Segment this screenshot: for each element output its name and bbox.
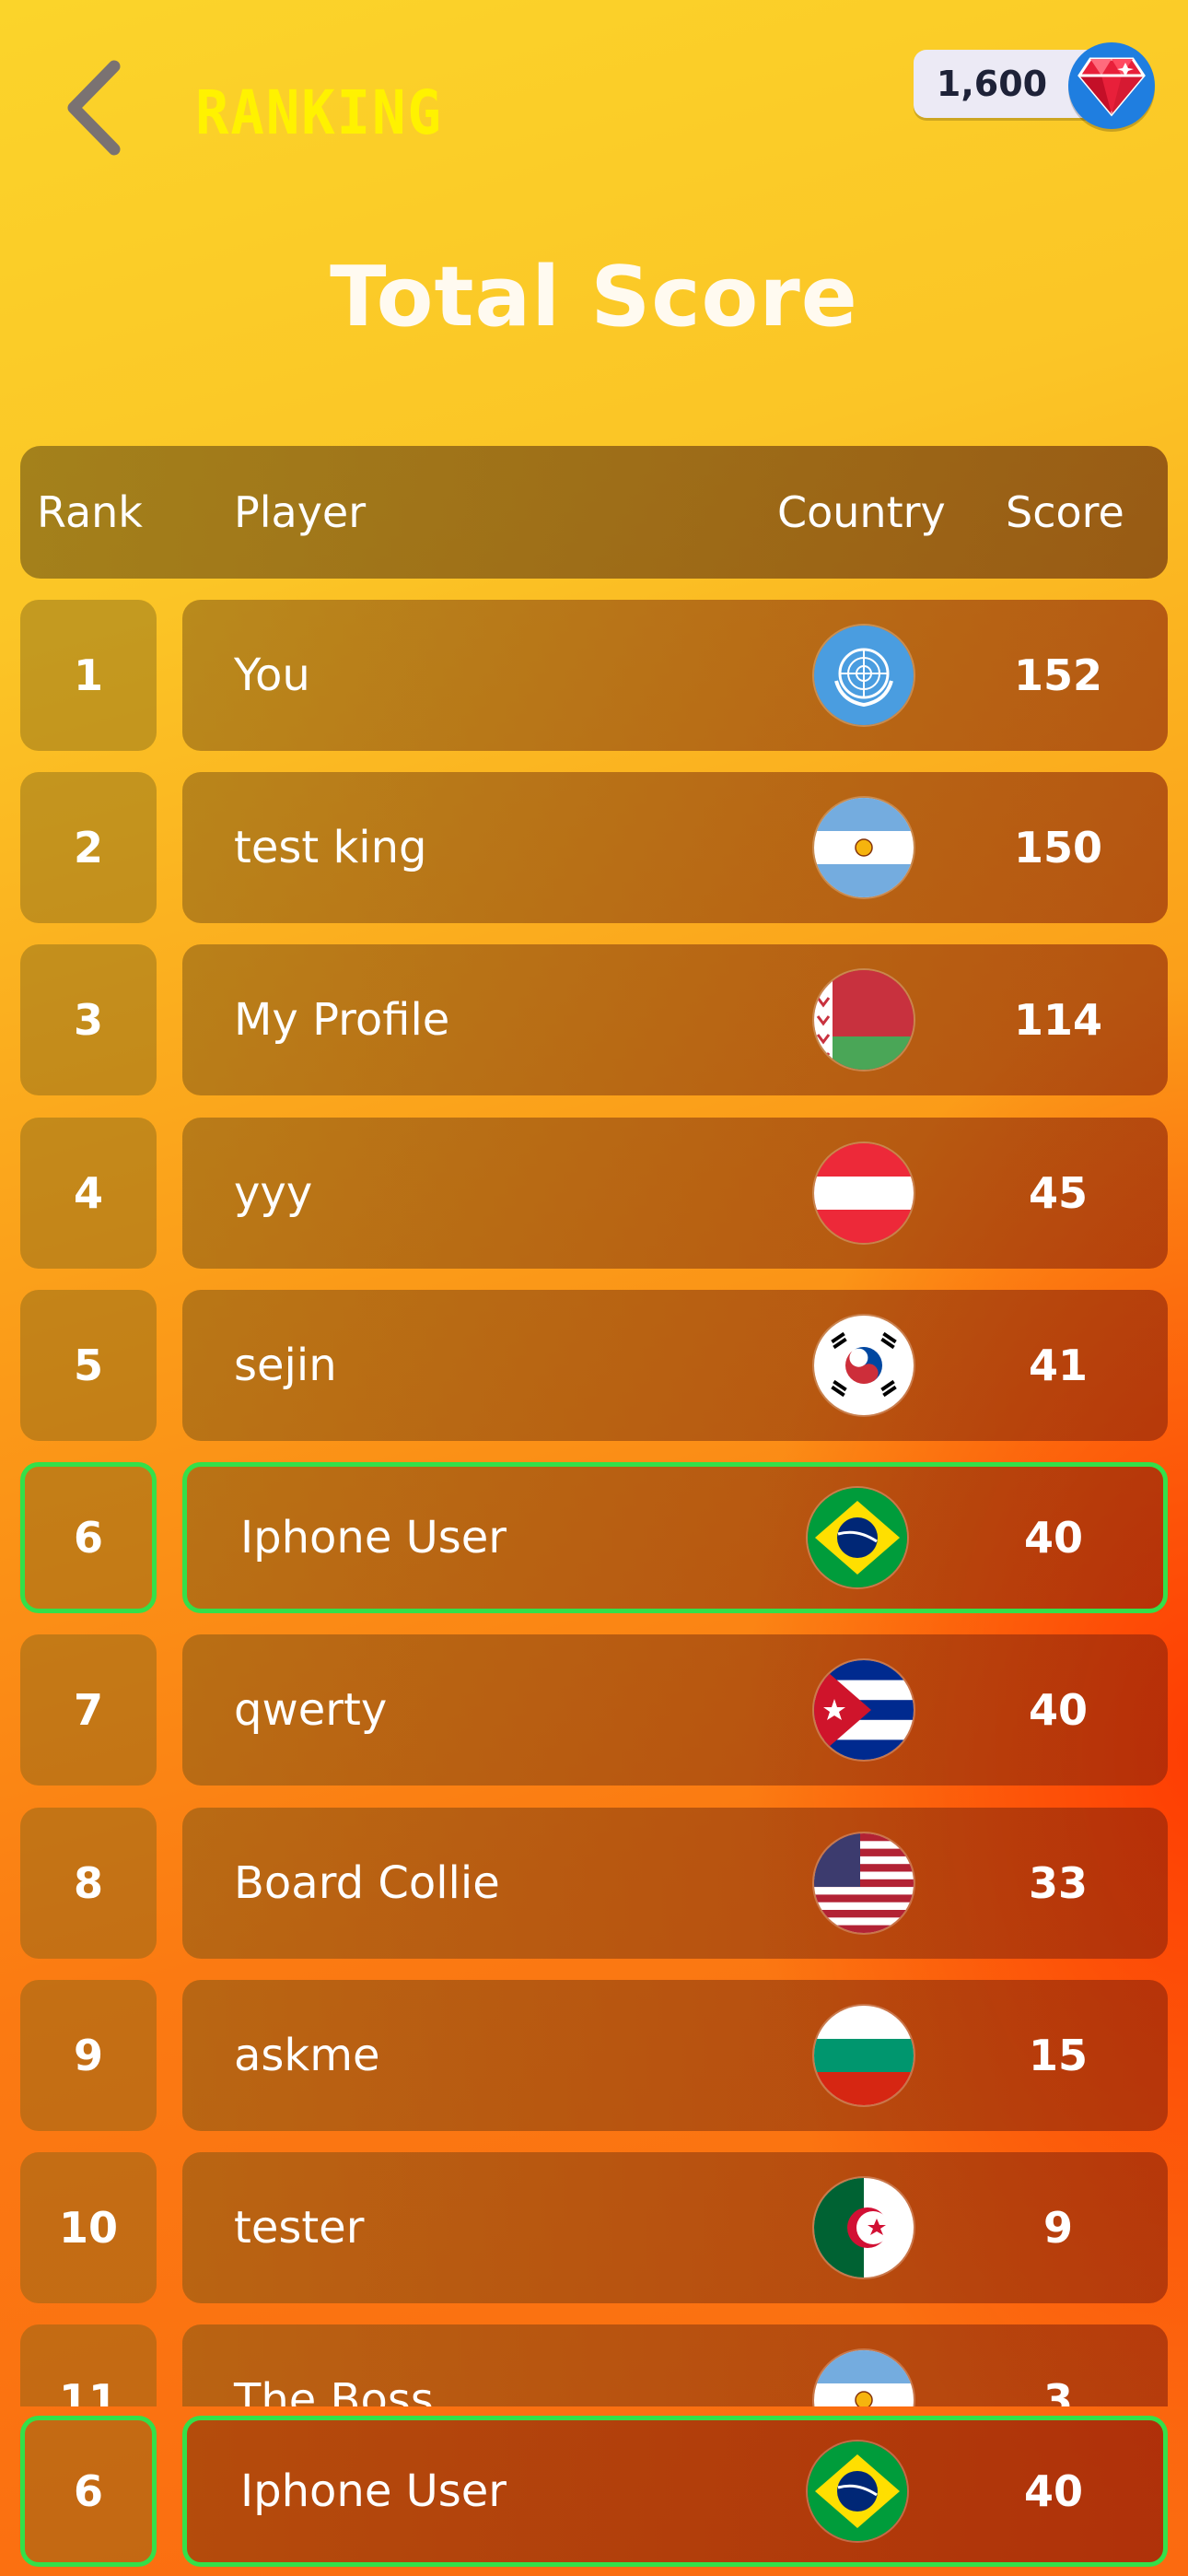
table-row[interactable]: My Profile 114 [182, 944, 1168, 1095]
table-row[interactable]: sejin 41 [182, 1290, 1168, 1441]
player-score: 45 [1028, 1168, 1088, 1218]
table-row[interactable]: Board Collie 33 [182, 1808, 1168, 1959]
table-row-current-user[interactable]: Iphone User 40 [182, 1462, 1168, 1613]
table-row[interactable]: test king 150 [182, 772, 1168, 923]
player-score: 40 [1028, 1685, 1088, 1735]
player-name: tester [234, 2202, 365, 2254]
rank-cell: 3 [20, 944, 157, 1095]
player-name: Iphone User [240, 1512, 507, 1563]
table-row-current-user[interactable]: Iphone User 40 [182, 2416, 1168, 2567]
table-row[interactable]: You 152 [182, 600, 1168, 751]
player-name: My Profile [234, 994, 450, 1046]
rank-cell: 1 [20, 600, 157, 751]
player-score: 114 [1013, 995, 1103, 1045]
ranking-list[interactable]: 1 You 152 2 test king 150 3 My Profile 1… [0, 0, 1188, 2406]
rank-cell: 8 [20, 1808, 157, 1959]
south-korea-flag-icon [814, 1316, 914, 1415]
player-name: yyy [234, 1167, 313, 1219]
rank-cell: 6 [20, 2416, 157, 2567]
player-name: test king [234, 822, 427, 873]
player-name: sejin [234, 1340, 337, 1391]
current-user-bar: 6 Iphone User 40 [0, 2406, 1188, 2576]
argentina-flag-icon [814, 2350, 914, 2406]
player-score: 150 [1013, 823, 1103, 872]
player-score: 41 [1028, 1341, 1088, 1390]
player-score: 3 [1042, 2375, 1073, 2406]
player-score: 152 [1013, 650, 1103, 700]
player-name: qwerty [234, 1684, 388, 1736]
brazil-flag-icon [808, 2441, 907, 2541]
austria-flag-icon [814, 1143, 914, 1243]
table-row[interactable]: qwerty 40 [182, 1634, 1168, 1786]
rank-cell: 10 [20, 2152, 157, 2303]
player-name: The Boss [234, 2374, 434, 2406]
rank-cell: 7 [20, 1634, 157, 1786]
player-score: 15 [1028, 2031, 1088, 2080]
player-score: 33 [1028, 1858, 1088, 1908]
player-name: Iphone User [240, 2465, 507, 2517]
player-score: 40 [1023, 1513, 1083, 1563]
player-score: 9 [1042, 2203, 1073, 2253]
rank-cell: 2 [20, 772, 157, 923]
brazil-flag-icon [808, 1488, 907, 1587]
rank-cell: 6 [20, 1462, 157, 1613]
rank-cell: 5 [20, 1290, 157, 1441]
bulgaria-flag-icon [814, 2006, 914, 2105]
table-row[interactable]: yyy 45 [182, 1118, 1168, 1269]
player-name: Board Collie [234, 1857, 500, 1909]
player-name: You [234, 650, 310, 701]
rank-cell: 9 [20, 1980, 157, 2131]
player-name: askme [234, 2030, 380, 2081]
cuba-flag-icon [814, 1660, 914, 1760]
table-row[interactable]: The Boss 3 [182, 2324, 1168, 2406]
rank-cell: 4 [20, 1118, 157, 1269]
un-flag-icon [814, 626, 914, 725]
rank-cell: 11 [20, 2324, 157, 2406]
player-score: 40 [1023, 2466, 1083, 2516]
argentina-flag-icon [814, 798, 914, 897]
table-row[interactable]: askme 15 [182, 1980, 1168, 2131]
table-row[interactable]: tester 9 [182, 2152, 1168, 2303]
algeria-flag-icon [814, 2178, 914, 2277]
usa-flag-icon [814, 1833, 914, 1933]
belarus-flag-icon [814, 970, 914, 1070]
